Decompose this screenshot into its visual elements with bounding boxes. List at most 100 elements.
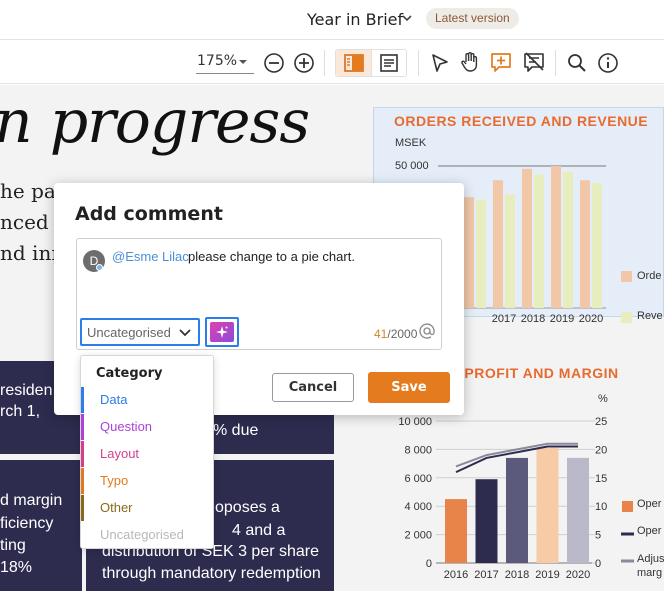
panel-text-line: ficiency: [0, 515, 54, 532]
panel-layout-icon: [344, 54, 364, 72]
ai-assist-button[interactable]: [205, 317, 239, 347]
save-button[interactable]: Save: [368, 372, 450, 403]
x-tick-label: 2018: [505, 569, 529, 581]
panel-text-line: 18%: [0, 559, 33, 576]
toolbar-separator: [324, 50, 325, 76]
y2-tick-label: 25: [595, 416, 607, 428]
legend-swatch: [621, 312, 632, 323]
search-icon[interactable]: [566, 52, 588, 74]
panel-text-line: rch 1,: [0, 403, 41, 420]
hide-comments-icon[interactable]: [523, 51, 545, 73]
y2-tick-label: 15: [595, 473, 607, 485]
category-option-question[interactable]: Question: [81, 414, 213, 440]
category-dropdown: Category Data Question Layout Typo Other…: [80, 355, 214, 549]
x-tick-label: 2020: [566, 569, 590, 581]
bar: [475, 479, 498, 563]
x-tick-label: 2019: [535, 569, 559, 581]
chevron-down-icon: [179, 329, 191, 337]
x-tick-label: 2018: [521, 313, 545, 325]
zoom-dropdown-icon[interactable]: [236, 55, 250, 69]
y-tick-label: 8 000: [404, 444, 432, 456]
y2-tick-label: 20: [595, 444, 607, 456]
bar: [464, 197, 474, 308]
pointer-icon[interactable]: [429, 52, 451, 74]
legend-swatch: [621, 271, 632, 282]
bar: [476, 200, 486, 308]
comment-input[interactable]: D @Esme Lilac please change to a pie cha…: [76, 238, 442, 350]
x-tick-label: 2019: [550, 313, 574, 325]
version-badge[interactable]: Latest version: [426, 8, 519, 29]
legend-label: Oper: [637, 498, 662, 510]
legend-label: Adjus marg: [637, 553, 664, 579]
profit-chart: 0 2 000 4 000 6 000 8 000 10 000 0 5 10 15 20 25 201…: [398, 416, 634, 581]
dropdown-header: Category: [96, 366, 163, 381]
x-tick-label: 2016: [444, 569, 468, 581]
bar: [522, 168, 532, 308]
bar: [567, 457, 589, 563]
panel-text-line: oposes a: [215, 499, 280, 516]
category-option-data[interactable]: Data: [81, 387, 213, 413]
top-bar: Year in Brief Latest version: [0, 0, 664, 40]
bar: [506, 457, 528, 563]
comment-text[interactable]: please change to a pie chart.: [188, 249, 355, 264]
panel-text-line: ting: [0, 537, 26, 554]
panel-view-button[interactable]: [336, 50, 372, 76]
chevron-down-icon[interactable]: [401, 12, 413, 24]
x-tick-label: 2020: [579, 313, 603, 325]
text-view-icon: [380, 54, 398, 72]
dialog-title: Add comment: [75, 203, 223, 225]
zoom-in-icon[interactable]: [293, 52, 315, 74]
bar: [592, 183, 602, 308]
zoom-select[interactable]: 175%: [197, 53, 237, 69]
y-tick-label: 10 000: [398, 416, 432, 428]
category-select-value: Uncategorised: [87, 325, 171, 340]
bar: [534, 174, 544, 308]
category-option-typo[interactable]: Typo: [81, 468, 213, 494]
panel-text-line: d margin: [0, 492, 63, 509]
hand-icon[interactable]: [459, 51, 481, 73]
y2-tick-label: 10: [595, 501, 607, 513]
toolbar: 175%: [0, 41, 664, 84]
character-counter: 41/2000: [374, 327, 417, 341]
panel-text-line: through mandatory redemption: [102, 565, 321, 582]
mention-tag[interactable]: @Esme Lilac: [112, 249, 189, 264]
document-title[interactable]: Year in Brief: [307, 10, 403, 29]
y-tick-label: 2 000: [404, 530, 432, 542]
document-headline: n progress: [0, 87, 310, 157]
x-tick-label: 2017: [492, 313, 516, 325]
legend-label: Oper: [637, 525, 662, 537]
text-view-button[interactable]: [372, 50, 406, 76]
character-count-max: /2000: [387, 327, 418, 341]
bar: [505, 194, 515, 308]
y-tick-label: 4 000: [404, 501, 432, 513]
view-toggle: [335, 49, 407, 77]
mention-icon[interactable]: [419, 323, 435, 339]
cancel-button[interactable]: Cancel: [272, 373, 354, 402]
category-option-layout[interactable]: Layout: [81, 441, 213, 467]
category-option-uncategorised[interactable]: Uncategorised: [81, 522, 213, 548]
status-dot: [96, 264, 103, 271]
legend-label: Orde MSEK: [637, 270, 664, 282]
bar: [445, 499, 467, 563]
y-tick-label: 0: [426, 558, 432, 570]
panel-text-line: 4 and a: [232, 522, 286, 539]
y2-tick-label: 0: [595, 558, 601, 570]
zoom-out-icon[interactable]: [263, 52, 285, 74]
toolbar-separator: [418, 50, 419, 76]
bar: [536, 447, 559, 563]
add-comment-icon[interactable]: [490, 51, 512, 73]
chart-title: NG PROFIT AND MARGIN: [438, 365, 619, 381]
sparkle-icon: [216, 326, 228, 338]
category-select[interactable]: Uncategorised: [80, 318, 200, 346]
legend-swatch: [622, 501, 633, 512]
bar: [563, 171, 573, 308]
ai-button-background: [210, 322, 234, 342]
info-icon[interactable]: [597, 52, 619, 74]
panel-text-line: residen: [0, 382, 53, 399]
y-tick-label: 6 000: [404, 473, 432, 485]
character-count-current: 41: [374, 327, 388, 341]
panel-text-line: % due: [213, 422, 259, 439]
x-tick-label: 2017: [474, 569, 498, 581]
category-option-other[interactable]: Other: [81, 495, 213, 521]
y2-tick-label: 5: [595, 530, 601, 542]
